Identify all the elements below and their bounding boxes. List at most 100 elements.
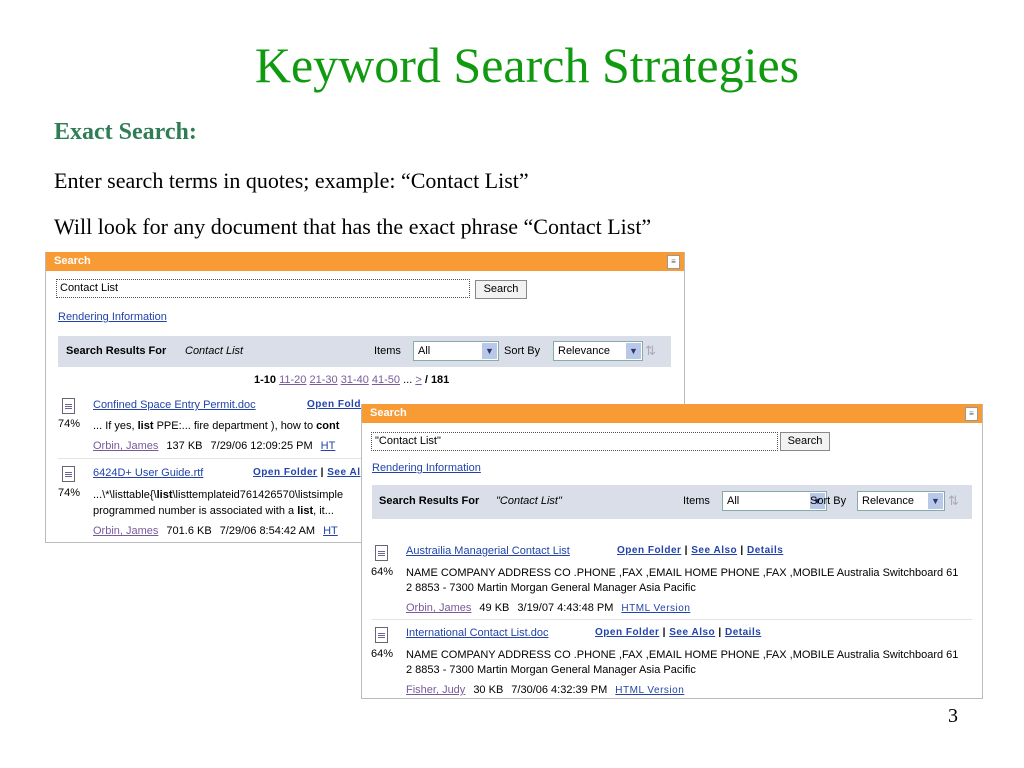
see-also-link[interactable]: See Al: [327, 467, 360, 478]
file-size: 701.6 KB: [166, 525, 212, 537]
html-version-link[interactable]: HTML Version: [615, 685, 684, 696]
file-date: 7/29/06 8:54:42 AM: [219, 525, 316, 537]
file-date: 7/29/06 12:09:25 PM: [210, 440, 313, 452]
sort-select[interactable]: Relevance ▼: [553, 341, 643, 361]
panel-header: Search ≡: [46, 252, 684, 271]
see-also-link[interactable]: See Also: [669, 627, 715, 638]
sort-value: Relevance: [862, 495, 914, 507]
author-link[interactable]: Orbin, James: [93, 525, 158, 537]
snippet-match: list: [297, 505, 314, 517]
snippet-text: , it...: [313, 505, 334, 517]
page-link[interactable]: 11-20: [279, 374, 306, 386]
snippet-match: list: [156, 489, 173, 501]
sort-direction-icon[interactable]: ⇅: [645, 343, 656, 359]
items-label: Items: [683, 495, 710, 507]
search-button[interactable]: Search: [475, 280, 527, 299]
result-title-link[interactable]: International Contact List.doc: [406, 627, 548, 639]
next-page-link[interactable]: >: [415, 374, 421, 386]
file-size: 49 KB: [479, 602, 510, 614]
page-link[interactable]: 31-40: [341, 374, 369, 386]
results-term: Contact List: [185, 345, 244, 357]
sort-select[interactable]: Relevance ▼: [857, 491, 945, 511]
instruction-line: Enter search terms in quotes; example: “…: [54, 168, 529, 193]
result-snippet: programmed number is associated with a l…: [93, 505, 334, 517]
page-current: 1-10: [254, 374, 277, 386]
author-link[interactable]: Fisher, Judy: [406, 684, 465, 696]
snippet-text: ...\*\listtable{\: [93, 489, 157, 501]
results-bar: Search Results For Contact List Items Al…: [58, 336, 671, 367]
result-snippet: ... If yes, list PPE:... fire department…: [93, 420, 339, 432]
html-version-link[interactable]: HTML Version: [621, 603, 690, 614]
result-score: 74%: [58, 487, 81, 499]
items-value: All: [727, 495, 740, 507]
search-button[interactable]: Search: [780, 432, 830, 451]
html-version-link[interactable]: HT: [323, 525, 338, 537]
result-snippet: 2 8853 - 7300 Martin Morgan General Mana…: [406, 664, 696, 676]
result-meta: Orbin, James 137 KB 7/29/06 12:09:25 PM HT: [93, 440, 335, 452]
chevron-down-icon: ▼: [626, 343, 641, 359]
result-score: 74%: [58, 418, 81, 430]
result-score: 64%: [371, 566, 394, 578]
sort-value: Relevance: [558, 345, 610, 357]
snippet-text: PPE:... fire department ), how to: [153, 420, 317, 432]
rendering-information-link[interactable]: Rendering Information: [372, 462, 481, 474]
snippet-match: list: [137, 420, 154, 432]
author-link[interactable]: Orbin, James: [93, 440, 158, 452]
open-folder-link[interactable]: Open Folder: [617, 545, 681, 556]
page-link[interactable]: 41-50: [372, 374, 400, 386]
page-number: 3: [948, 705, 958, 727]
edit-icon[interactable]: ≡: [965, 407, 978, 421]
pagination: 1-10 11-20 21-30 31-40 41-50 ... > / 181: [254, 374, 449, 386]
results-bar: Search Results For "Contact List" Items …: [372, 485, 972, 519]
snippet-match: cont: [316, 420, 340, 432]
panel-header: Search ≡: [362, 404, 982, 423]
items-select[interactable]: All ▼: [413, 341, 499, 361]
slide-subtitle: Exact Search:: [54, 119, 197, 145]
search-input[interactable]: Contact List: [56, 279, 470, 298]
open-folder-link[interactable]: Open Fold: [307, 399, 361, 410]
sort-direction-icon[interactable]: ⇅: [948, 493, 959, 509]
details-link[interactable]: Details: [747, 545, 783, 556]
snippet-text: ... If yes,: [93, 420, 138, 432]
panel-title: Search: [370, 407, 407, 419]
result-snippet: NAME COMPANY ADDRESS CO .PHONE ,FAX ,EMA…: [406, 567, 959, 579]
result-score: 64%: [371, 648, 394, 660]
document-icon: [62, 398, 75, 414]
file-date: 7/30/06 4:32:39 PM: [511, 684, 608, 696]
items-value: All: [418, 345, 431, 357]
page-total: / 181: [424, 374, 450, 386]
page-ellipsis: ...: [403, 374, 413, 386]
result-meta: Orbin, James 701.6 KB 7/29/06 8:54:42 AM HT: [93, 525, 338, 537]
result-snippet: NAME COMPANY ADDRESS CO .PHONE ,FAX ,EMA…: [406, 649, 959, 661]
file-date: 3/19/07 4:43:48 PM: [517, 602, 614, 614]
open-folder-link[interactable]: Open Folder: [253, 467, 317, 478]
author-link[interactable]: Orbin, James: [406, 602, 471, 614]
snippet-text: programmed number is associated with a: [93, 505, 298, 517]
open-folder-link[interactable]: Open Folder: [595, 627, 659, 638]
items-label: Items: [374, 345, 401, 357]
description-line: Will look for any document that has the …: [54, 214, 652, 239]
document-icon: [62, 466, 75, 482]
slide-title: Keyword Search Strategies: [254, 37, 800, 93]
result-title-link[interactable]: Confined Space Entry Permit.doc: [93, 399, 256, 411]
html-version-link[interactable]: HT: [321, 440, 336, 452]
page-link[interactable]: 21-30: [309, 374, 337, 386]
result-title-link[interactable]: 6424D+ User Guide.rtf: [93, 467, 203, 479]
file-size: 137 KB: [166, 440, 203, 452]
file-size: 30 KB: [473, 684, 504, 696]
result-meta: Fisher, Judy 30 KB 7/30/06 4:32:39 PM HTML …: [406, 684, 684, 696]
search-panel-2: Search ≡ "Contact List" Search Rendering …: [361, 404, 983, 699]
search-input[interactable]: "Contact List": [371, 432, 778, 451]
results-for-label: Search Results For: [379, 495, 480, 507]
details-link[interactable]: Details: [725, 627, 761, 638]
edit-icon[interactable]: ≡: [667, 255, 680, 269]
rendering-information-link[interactable]: Rendering Information: [58, 311, 167, 323]
results-for-label: Search Results For: [66, 345, 167, 357]
snippet-text: \listtemplateid761426570\listsimple: [172, 489, 344, 501]
see-also-link[interactable]: See Also: [691, 545, 737, 556]
document-icon: [375, 627, 388, 643]
sort-label: Sort By: [504, 345, 541, 357]
result-actions: Open Folder | See Also | Details: [617, 545, 784, 556]
result-title-link[interactable]: Austrailia Managerial Contact List: [406, 545, 570, 557]
results-term: "Contact List": [496, 495, 562, 507]
